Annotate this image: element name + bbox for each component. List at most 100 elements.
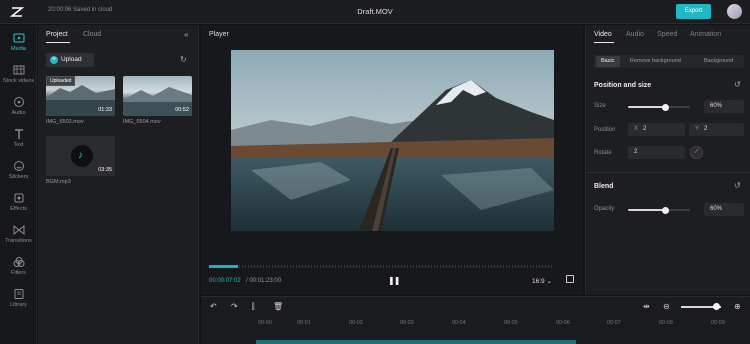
section-blend: Blend [594,183,614,190]
rail-item-stickers[interactable]: Stickers [0,157,37,187]
collapse-panel-icon[interactable]: « [184,30,188,39]
tick-label: 00:00 [258,320,272,326]
rail-item-filters[interactable]: Filters [0,253,37,283]
rail-item-transitions[interactable]: Transitions [0,221,37,251]
tab-project[interactable]: Project [46,31,68,38]
filters-icon [13,256,25,268]
transitions-icon [13,224,25,236]
tab-underline [46,42,70,43]
tab-video[interactable]: Video [594,31,612,38]
player-panel: Player 00:00:07:02 / 00:01:23:00 ❚❚ 16:9… [201,25,583,295]
position-y-value: 2 [704,126,708,132]
redo-icon[interactable]: ↷ [231,302,238,311]
tick-label: 00:02 [349,320,363,326]
tab-speed[interactable]: Speed [657,31,677,38]
position-x-value: 2 [643,126,647,132]
media-item-thumbnail[interactable]: 00:52 [123,76,192,116]
plus-icon: + [50,56,58,64]
left-rail: Media Stock videos Audio Text Stickers E… [0,25,37,344]
rail-item-audio[interactable]: Audio [0,93,37,123]
subtab-background[interactable]: Background [704,58,733,64]
library-icon [13,288,25,300]
rotate-label: Rotate [594,150,612,156]
zoom-slider-knob[interactable] [713,303,720,310]
position-label: Position [594,127,616,133]
delete-icon[interactable]: 🗑 [273,302,283,311]
size-label: Size [594,103,606,109]
audio-item-thumbnail[interactable]: ♪ 03:35 [46,136,115,176]
rail-item-library[interactable]: Library [0,285,37,315]
refresh-icon[interactable]: ↻ [180,55,187,64]
timeline-panel: ↶ ↷ ⫿ 🗑 ⇹ ⊖ ⊕ 00:00 00:01 00:02 00:03 00… [201,296,750,344]
opacity-label: Opacity [594,206,615,212]
tab-cloud[interactable]: Cloud [83,31,101,38]
app-logo-icon[interactable] [9,5,25,19]
aspect-ratio-value: 16:9 [532,278,545,285]
avatar[interactable] [727,4,742,19]
effects-icon [13,192,25,204]
size-slider-knob[interactable] [661,103,669,111]
split-icon[interactable]: ⫿ [252,302,255,312]
undo-icon[interactable]: ↶ [210,302,217,311]
upload-button[interactable]: + Upload [46,53,94,67]
rail-label: Stickers [8,174,29,180]
file-title[interactable]: Draft.MOV [330,7,420,16]
rotate-dial-icon[interactable]: ⟋ [690,146,703,159]
media-panel: Project Cloud « + Upload ↻ Uploaded 01:3… [38,25,199,344]
subtab-basic[interactable]: Basic [601,58,614,64]
pause-button[interactable]: ❚❚ [388,276,400,285]
tick-label: 00:03 [400,320,414,326]
export-button[interactable]: Export [676,4,711,19]
timeline-ruler[interactable]: 00:00 00:01 00:02 00:03 00:04 00:05 00:0… [201,320,750,330]
media-icon [13,32,25,44]
rail-label: Audio [11,110,26,116]
chevron-down-icon: ⌄ [546,278,552,285]
tab-animation[interactable]: Animation [690,31,721,38]
position-y-field[interactable]: Y2 [689,123,744,136]
text-icon [13,128,25,140]
music-note-icon: ♪ [78,150,83,161]
rail-item-effects[interactable]: Effects [0,189,37,219]
video-preview[interactable] [231,50,554,231]
tab-audio[interactable]: Audio [626,31,644,38]
media-item-thumbnail[interactable]: Uploaded 01:33 [46,76,115,116]
rail-item-text[interactable]: Text [0,125,37,155]
current-time: 00:00:07:02 [209,278,241,284]
tick-label: 00:01 [297,320,311,326]
scrub-track[interactable] [209,265,554,268]
rail-label: Filters [11,270,26,276]
zoom-in-icon[interactable]: ⊕ [734,302,741,311]
size-slider-fill [628,106,666,108]
uploaded-badge: Uploaded [46,76,76,86]
y-axis-label: Y [695,126,700,132]
subtab-remove-background[interactable]: Remove background [630,58,681,64]
stock-videos-icon [13,64,25,76]
tab-underline [594,42,614,43]
aspect-ratio-select[interactable]: 16:9 ⌄ [532,277,552,285]
position-x-field[interactable]: X2 [628,123,685,136]
snap-icon[interactable]: ⇹ [643,302,650,311]
tick-label: 00:06 [556,320,570,326]
rotate-value-field[interactable]: 2 [628,146,685,159]
duration-label: 01:33 [98,107,112,113]
opacity-slider-knob[interactable] [661,206,669,214]
rail-item-stock-videos[interactable]: Stock videos [0,61,37,91]
properties-panel: Video Audio Speed Animation Basic Remove… [585,25,750,295]
media-item-name: BGM.mp3 [46,179,71,185]
video-clip[interactable] [256,340,576,344]
opacity-slider[interactable] [628,206,690,214]
opacity-slider-fill [628,209,666,211]
size-value-field[interactable]: 60% [704,100,744,113]
reset-icon[interactable]: ↺ [734,80,741,89]
rail-label: Transitions [5,238,32,244]
fullscreen-icon[interactable] [566,275,574,283]
reset-icon[interactable]: ↺ [734,181,741,190]
tick-label: 00:08 [659,320,673,326]
size-slider[interactable] [628,103,690,111]
duration-label: 00:52 [175,107,189,113]
opacity-value-field[interactable]: 60% [704,203,744,216]
rail-label: Media [11,46,26,52]
rail-item-media[interactable]: Media [0,29,37,59]
stickers-icon [13,160,25,172]
zoom-out-icon[interactable]: ⊖ [663,302,670,311]
